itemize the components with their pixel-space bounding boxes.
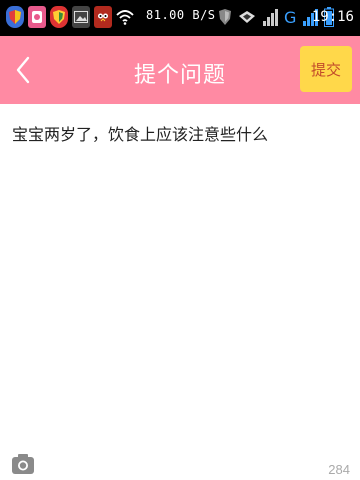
wifi-icon [116,6,134,28]
question-input[interactable]: 宝宝两岁了，饮食上应该注意些什么 [12,124,348,424]
shield-icon-3 [219,9,231,25]
page-title: 提个问题 [133,63,226,88]
app-notification-icon [28,6,46,28]
notification-icons [6,6,134,28]
chevron-left-icon [16,56,30,84]
camera-button[interactable] [10,452,36,476]
network-speed: 81.00 B/S [146,8,216,22]
signal-icon [263,9,278,26]
camera-icon [12,454,34,474]
submit-button[interactable]: 提交 [300,46,352,92]
network-type: G [284,7,297,27]
char-count: 284 [328,462,350,477]
owl-icon [94,6,112,28]
status-bar: 81.00 B/S G 19:16 [0,0,360,36]
location-icon [239,11,255,23]
back-button[interactable] [6,50,40,90]
image-icon [72,6,90,28]
clock: 19:16 [311,9,354,25]
shield-icon [6,6,24,28]
header: 提个问题 提交 [0,36,360,104]
shield-icon-2 [50,6,68,28]
